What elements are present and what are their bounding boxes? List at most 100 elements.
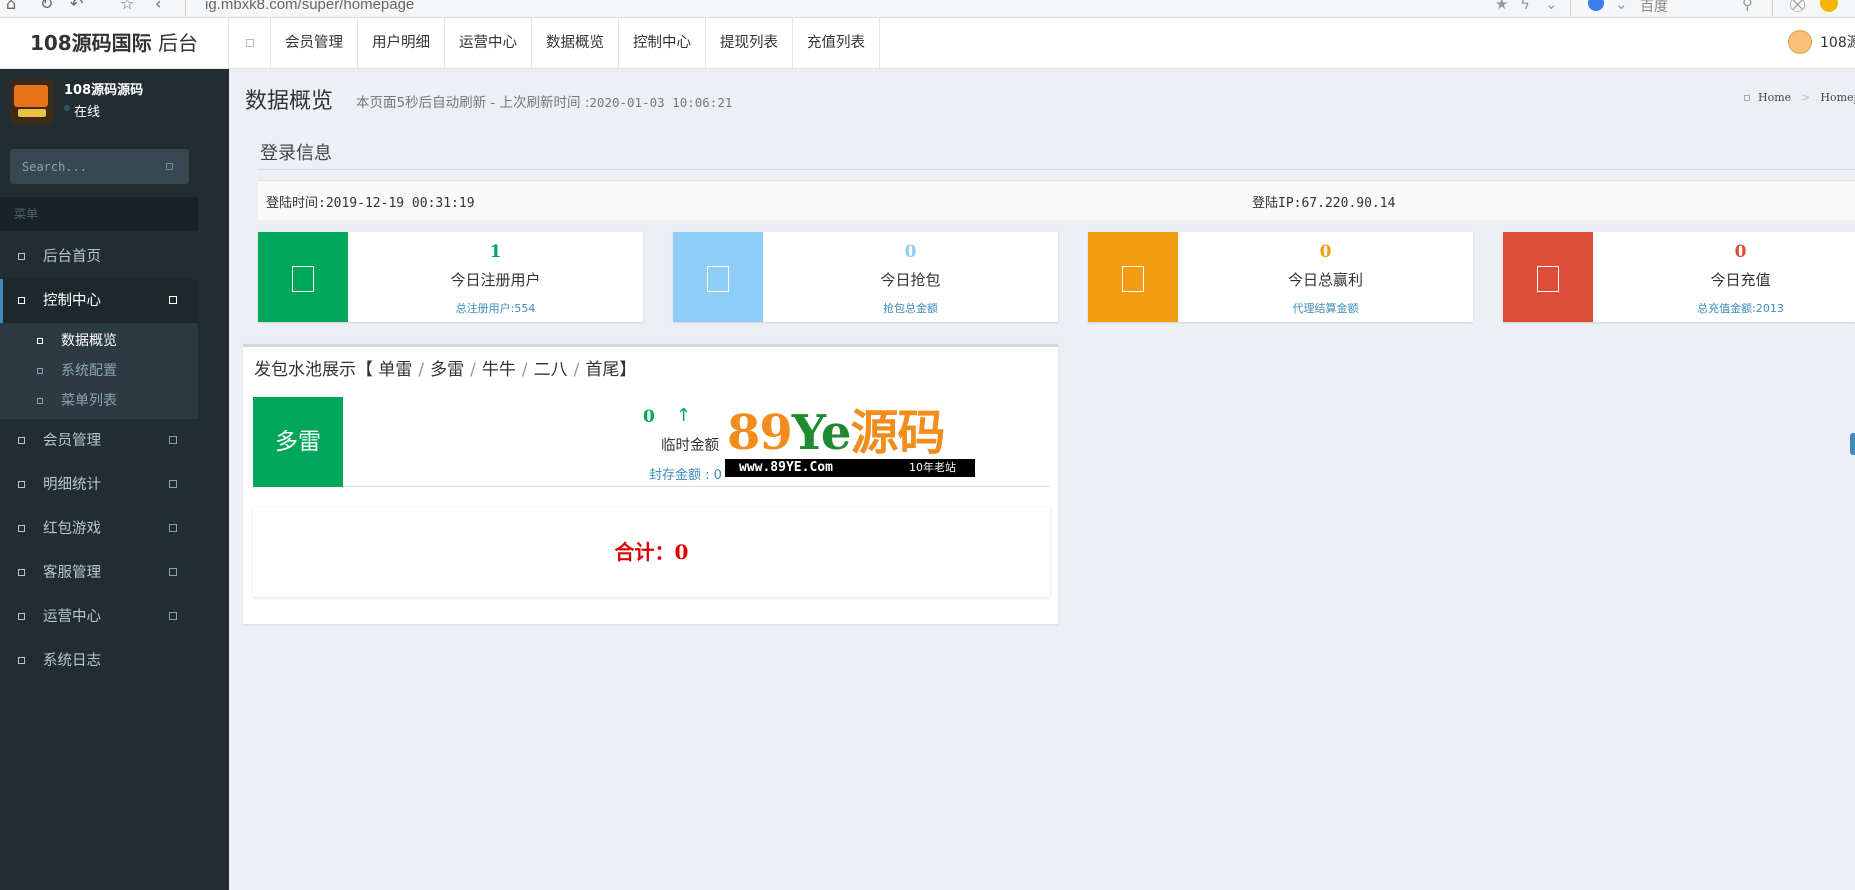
undo-icon[interactable]: ↶: [70, 0, 83, 13]
bullet-icon: [18, 437, 25, 444]
bullet-icon: [18, 569, 25, 576]
stat-sub-link[interactable]: 总充值金额:2013: [1593, 300, 1855, 316]
stat-sub-link[interactable]: 总注册用户:554: [348, 300, 643, 316]
watermark-domain: www.89YE.Com: [739, 460, 833, 475]
sidebar-item-system-log[interactable]: 系统日志: [0, 639, 198, 683]
stat-label: 今日抢包: [880, 271, 941, 289]
stat-icon-block: [673, 232, 763, 322]
topnav-item-user-detail[interactable]: 用户明细: [358, 18, 445, 69]
browser-toolbar: ⌂ ↻ ↶ ☆ ‹ ig.mbxk8.com/super/homepage ★ …: [0, 0, 1855, 18]
login-ip-label: 登陆IP:: [1252, 196, 1302, 211]
expand-icon: [169, 612, 177, 620]
breadcrumb-current: Homep: [1820, 91, 1855, 104]
stat-value: 1: [489, 242, 502, 262]
back-icon[interactable]: ‹: [155, 0, 161, 13]
profile-icon[interactable]: [1588, 0, 1604, 11]
chevron-down-icon[interactable]: ⌄: [1615, 0, 1628, 13]
sidebar-item-customer-service[interactable]: 客服管理: [0, 551, 198, 595]
page-subtitle: 本页面5秒后自动刷新 - 上次刷新时间 :2020-01-03 10:06:21: [356, 91, 732, 111]
sidebar-item-operations[interactable]: 运营中心: [0, 595, 198, 639]
stat-sub-link[interactable]: 抢包总金额: [763, 300, 1058, 316]
lightning-icon[interactable]: ϟ: [1520, 0, 1530, 13]
search-engine-label[interactable]: 百度: [1640, 0, 1668, 16]
profit-icon: [1122, 266, 1144, 292]
sidebar-item-control[interactable]: 控制中心: [0, 279, 198, 323]
bullet-icon: [37, 368, 43, 374]
coin-icon[interactable]: [1820, 0, 1838, 12]
topnav-item-withdraw[interactable]: 提现列表: [706, 18, 793, 69]
brand-logo[interactable]: 108源码国际 后台: [0, 18, 229, 69]
sidebar-item-label: 客服管理: [43, 565, 101, 581]
breadcrumb-separator-icon: >: [1801, 91, 1811, 104]
search-icon[interactable]: [166, 163, 173, 170]
pool-type-tab[interactable]: 多雷: [430, 360, 464, 380]
breadcrumb-home[interactable]: Home: [1758, 91, 1791, 104]
watermark-main: Ye: [791, 405, 852, 461]
pool-type-tab[interactable]: 单雷: [378, 360, 412, 380]
brand-bold: 108源码国际: [29, 31, 152, 55]
watermark-logo: 89Ye源码 www.89YE.Com 10年老站: [725, 409, 975, 479]
top-header: 108源码国际 后台 会员管理 用户明细 运营中心 数据概览 控制中心 提现列表…: [0, 18, 1855, 69]
sidebar-item-home[interactable]: 后台首页: [0, 235, 198, 279]
sidebar-item-member[interactable]: 会员管理: [0, 419, 198, 463]
top-nav: 会员管理 用户明细 运营中心 数据概览 控制中心 提现列表 充值列表: [271, 18, 880, 69]
stat-box-profit: 0 今日总赢利 代理结算金额: [1088, 232, 1473, 322]
recharge-icon: [1537, 266, 1559, 292]
stat-icon-block: [258, 232, 348, 322]
topnav-item-recharge[interactable]: 充值列表: [793, 18, 880, 69]
sidebar-subitem-system-config[interactable]: 系统配置: [0, 356, 198, 386]
chevron-down-icon[interactable]: ⌄: [1545, 0, 1558, 13]
side-tab-handle[interactable]: [1850, 433, 1855, 455]
pool-total: 合计：0: [253, 507, 1050, 597]
pool-total-value: 0: [674, 540, 689, 564]
stat-value: 0: [904, 242, 917, 262]
topnav-item-data-overview[interactable]: 数据概览: [532, 18, 619, 69]
search-icon[interactable]: ⚲: [1742, 0, 1753, 13]
pool-box: 多雷 0 ↑ 临时金额 封存金额 : 0 89Ye源码 www.89YE.Com…: [253, 397, 1050, 487]
pool-type-tab[interactable]: 首尾: [585, 360, 619, 380]
pool-type-tab[interactable]: 牛牛: [482, 360, 516, 380]
topnav-item-operations[interactable]: 运营中心: [445, 18, 532, 69]
pool-title: 发包水池展示【 单雷 / 多雷 / 牛牛 / 二八 / 首尾】: [254, 360, 637, 380]
expand-icon: [169, 296, 177, 304]
pool-title-suffix: 】: [619, 360, 637, 380]
sidebar-subitem-data-overview[interactable]: 数据概览: [0, 326, 198, 356]
refresh-note: 本页面5秒后自动刷新 - 上次刷新时间 :: [356, 95, 590, 111]
sidebar-item-label: 运营中心: [43, 609, 101, 625]
address-bar[interactable]: ig.mbxk8.com/super/homepage: [205, 0, 414, 13]
cart-icon[interactable]: ⛒: [1790, 0, 1805, 13]
search-input[interactable]: [10, 149, 160, 184]
bullet-icon: [18, 657, 25, 664]
sidebar-toggle-button[interactable]: [229, 18, 271, 69]
reload-icon[interactable]: ↻: [40, 0, 53, 13]
stat-label: 今日充值: [1710, 271, 1771, 289]
sidebar-item-label: 系统日志: [43, 653, 101, 669]
sidebar-item-redpacket-game[interactable]: 红包游戏: [0, 507, 198, 551]
login-ip-value: 67.220.90.14: [1301, 196, 1396, 211]
divider: [258, 169, 1855, 170]
stat-sub-link[interactable]: 代理结算金额: [1178, 300, 1473, 316]
pool-sealed-amount: 封存金额 : 0: [649, 468, 722, 483]
sidebar-subitem-label: 数据概览: [61, 333, 117, 349]
star-icon[interactable]: ☆: [120, 0, 134, 13]
topnav-item-member[interactable]: 会员管理: [271, 18, 358, 69]
online-dot-icon: [64, 105, 70, 111]
pool-title-prefix: 发包水池展示【: [254, 360, 373, 380]
user-avatar: [10, 79, 54, 125]
pool-amount-label: 临时金额: [661, 438, 719, 454]
sidebar-item-detail-stats[interactable]: 明细统计: [0, 463, 198, 507]
login-time-value: 2019-12-19 00:31:19: [325, 196, 475, 211]
stat-label: 今日注册用户: [450, 271, 541, 289]
home-icon[interactable]: ⌂: [6, 0, 16, 13]
user-panel: 108源码源码 在线: [10, 79, 220, 134]
bullet-icon: [18, 297, 25, 304]
user-menu[interactable]: 108源: [1788, 30, 1855, 54]
pool-type-tab[interactable]: 二八: [534, 360, 568, 380]
topnav-item-control[interactable]: 控制中心: [619, 18, 706, 69]
bookmark-star-icon[interactable]: ★: [1495, 0, 1508, 13]
expand-icon: [169, 568, 177, 576]
bullet-icon: [37, 398, 43, 404]
stat-value: 0: [1319, 242, 1332, 262]
stat-value: 0: [1734, 242, 1747, 262]
sidebar-subitem-menu-list[interactable]: 菜单列表: [0, 386, 198, 416]
